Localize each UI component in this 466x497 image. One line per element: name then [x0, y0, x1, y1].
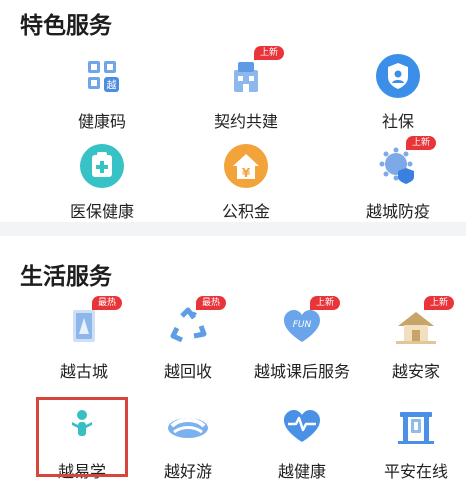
- section-title-special-services: 特色服务: [20, 13, 112, 39]
- service-housing-fund[interactable]: ¥ 公积金: [188, 142, 304, 232]
- service-label: 健康码: [77, 112, 126, 131]
- service-health-code[interactable]: 越 健康码: [44, 52, 160, 142]
- service-label: 医保健康: [69, 202, 134, 221]
- medical-insurance-icon: [78, 142, 126, 190]
- badge-hot: 最热: [196, 296, 227, 310]
- housing-fund-icon: ¥: [222, 142, 270, 190]
- badge-new: 上新: [406, 136, 437, 150]
- badge-hot: 最热: [92, 296, 123, 310]
- service-ancient-city[interactable]: 最热 越古城: [26, 296, 142, 392]
- service-label: 越好游: [163, 462, 212, 481]
- service-label: 社保: [381, 112, 414, 131]
- service-medical-insurance[interactable]: 医保健康: [44, 142, 160, 232]
- badge-new: 上新: [424, 296, 455, 310]
- qr-code-icon: 越: [78, 52, 126, 100]
- service-home-settle[interactable]: 上新 越安家: [358, 296, 466, 392]
- service-label: 越安家: [391, 362, 440, 381]
- service-label: 越回收: [163, 362, 212, 381]
- service-label: 平安在线: [383, 462, 448, 481]
- service-label: 公积金: [221, 202, 270, 221]
- social-security-shield-icon: [374, 52, 422, 100]
- service-safety-online[interactable]: 平安在线: [358, 402, 466, 492]
- service-label: 越健康: [277, 462, 326, 481]
- svg-text:越: 越: [107, 79, 117, 92]
- section-title-life-services: 生活服务: [20, 264, 112, 290]
- service-travel[interactable]: 越好游: [130, 402, 246, 492]
- service-label: 越城课后服务: [253, 362, 350, 381]
- service-after-school[interactable]: FUN 上新 越城课后服务: [244, 296, 360, 392]
- badge-new: 上新: [310, 296, 341, 310]
- service-label: 越城防疫: [365, 202, 430, 221]
- service-health[interactable]: 越健康: [244, 402, 360, 492]
- travel-icon: [164, 402, 212, 450]
- badge-new: 上新: [254, 46, 285, 60]
- service-social-security[interactable]: 社保: [340, 52, 456, 142]
- service-recycle[interactable]: 最热 越回收: [130, 296, 246, 392]
- health-heart-icon: [278, 402, 326, 450]
- service-label: 契约共建: [213, 112, 278, 131]
- highlight-box: [36, 397, 128, 477]
- service-contract-building[interactable]: 上新 契约共建: [188, 46, 304, 142]
- svg-text:FUN: FUN: [293, 320, 312, 330]
- service-epidemic-prevention[interactable]: 上新 越城防疫: [340, 136, 456, 232]
- service-label: 越古城: [59, 362, 108, 381]
- safety-online-icon: [392, 402, 440, 450]
- svg-text:¥: ¥: [242, 166, 251, 180]
